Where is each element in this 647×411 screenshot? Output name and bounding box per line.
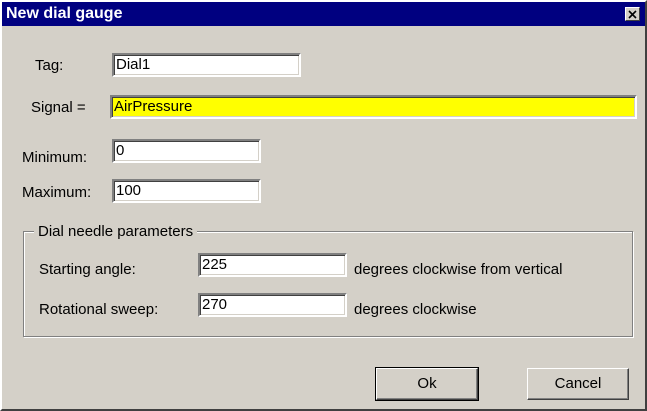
- minimum-label: Minimum:: [22, 149, 88, 166]
- rotational-sweep-input[interactable]: 270: [198, 293, 347, 317]
- signal-label: Signal =: [31, 99, 86, 116]
- dialog-window: New dial gauge Tag: Dial1 Signal = AirPr…: [0, 0, 647, 411]
- window-title: New dial gauge: [6, 5, 123, 22]
- signal-input[interactable]: AirPressure: [110, 95, 637, 119]
- title-bar[interactable]: New dial gauge: [2, 2, 645, 26]
- close-icon: [628, 9, 637, 19]
- rotational-sweep-unit: degrees clockwise: [354, 301, 477, 318]
- starting-angle-unit: degrees clockwise from vertical: [354, 261, 563, 278]
- cancel-button[interactable]: Cancel: [527, 368, 629, 400]
- rotational-sweep-label: Rotational sweep:: [39, 301, 159, 318]
- starting-angle-label: Starting angle:: [39, 261, 136, 278]
- close-button[interactable]: [625, 7, 640, 21]
- needle-parameters-title: Dial needle parameters: [34, 223, 198, 241]
- tag-label: Tag:: [35, 57, 64, 74]
- maximum-label: Maximum:: [22, 184, 92, 201]
- ok-button[interactable]: Ok: [375, 367, 479, 401]
- tag-input[interactable]: Dial1: [112, 53, 301, 77]
- starting-angle-input[interactable]: 225: [198, 253, 347, 277]
- needle-parameters-group: [23, 231, 633, 337]
- minimum-input[interactable]: 0: [112, 139, 261, 163]
- maximum-input[interactable]: 100: [112, 179, 261, 203]
